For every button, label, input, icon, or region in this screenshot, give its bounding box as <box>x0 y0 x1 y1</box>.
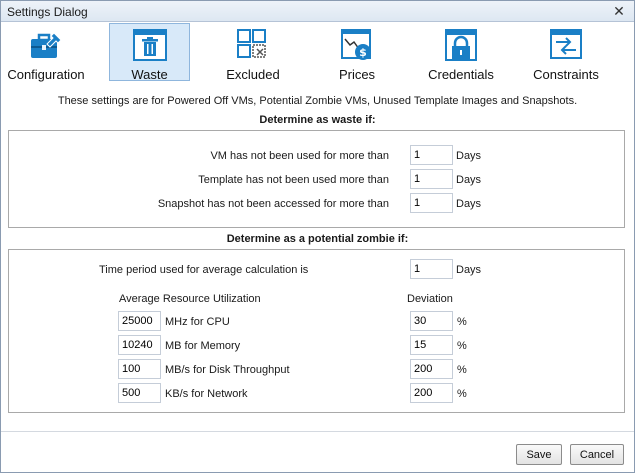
tab-prices[interactable]: $ Prices <box>317 23 397 82</box>
tab-label: Waste <box>131 67 168 82</box>
waste-snapshot-label: Snapshot has not been accessed for more … <box>157 198 389 210</box>
percent-unit: % <box>457 316 467 328</box>
days-unit: Days <box>456 174 482 186</box>
briefcase-wrench-icon <box>31 32 62 58</box>
cpu-deviation-input[interactable] <box>410 311 453 331</box>
network-kbs-input[interactable] <box>118 383 161 403</box>
percent-unit: % <box>457 364 467 376</box>
period-days-input[interactable] <box>410 259 453 279</box>
percent-unit: % <box>457 340 467 352</box>
waste-heading: Determine as waste if: <box>259 114 376 126</box>
tab-credentials[interactable]: Credentials <box>421 23 501 82</box>
tab-label: Configuration <box>7 67 85 82</box>
grid-excluded-icon <box>237 29 266 58</box>
zombie-group: Time period used for average calculation… <box>8 249 625 413</box>
svg-text:$: $ <box>359 46 367 59</box>
disk-label: MB/s for Disk Throughput <box>165 364 290 376</box>
tab-label: Credentials <box>428 67 494 82</box>
tab-excluded[interactable]: Excluded <box>213 23 293 82</box>
waste-vm-label: VM has not been used for more than <box>210 150 389 162</box>
percent-unit: % <box>457 388 467 400</box>
days-unit: Days <box>456 150 482 162</box>
category-toolbar: Configuration Waste Excluded $ Prices Cr… <box>1 23 634 83</box>
network-label: KB/s for Network <box>165 388 248 400</box>
tab-label: Constraints <box>533 67 599 82</box>
info-text: These settings are for Powered Off VMs, … <box>57 95 578 107</box>
cpu-mhz-input[interactable] <box>118 311 161 331</box>
padlock-icon <box>445 29 477 61</box>
tab-label: Prices <box>338 67 376 82</box>
footer-divider <box>1 431 634 432</box>
disk-deviation-input[interactable] <box>410 359 453 379</box>
window-title: Settings Dialog <box>7 5 88 19</box>
trash-window-icon <box>132 29 167 61</box>
save-button[interactable]: Save <box>516 444 562 465</box>
waste-group: VM has not been used for more than Days … <box>8 130 625 228</box>
tab-waste[interactable]: Waste <box>109 23 190 82</box>
disk-throughput-input[interactable] <box>118 359 161 379</box>
vm-unused-days-input[interactable] <box>410 145 453 165</box>
tab-constraints[interactable]: Constraints <box>525 23 607 82</box>
deviation-header: Deviation <box>407 293 453 305</box>
period-label: Time period used for average calculation… <box>99 264 309 276</box>
title-bar: Settings Dialog ✕ <box>1 1 634 22</box>
days-unit: Days <box>456 198 482 210</box>
settings-dialog: Settings Dialog ✕ Configuration Waste Ex… <box>0 0 635 473</box>
price-chart-icon: $ <box>341 29 371 60</box>
cpu-label: MHz for CPU <box>165 316 230 328</box>
zombie-heading: Determine as a potential zombie if: <box>226 233 409 245</box>
utilization-header: Average Resource Utilization <box>119 293 261 305</box>
snapshot-unaccessed-days-input[interactable] <box>410 193 453 213</box>
memory-deviation-input[interactable] <box>410 335 453 355</box>
tab-configuration[interactable]: Configuration <box>6 23 86 82</box>
arrows-window-icon <box>550 29 582 59</box>
waste-template-label: Template has not been used more than <box>198 174 389 186</box>
memory-label: MB for Memory <box>165 340 241 352</box>
network-deviation-input[interactable] <box>410 383 453 403</box>
cancel-button[interactable]: Cancel <box>570 444 624 465</box>
tab-label: Excluded <box>226 67 280 82</box>
close-icon[interactable]: ✕ <box>611 3 627 19</box>
days-unit: Days <box>456 264 482 276</box>
template-unused-days-input[interactable] <box>410 169 453 189</box>
memory-mb-input[interactable] <box>118 335 161 355</box>
